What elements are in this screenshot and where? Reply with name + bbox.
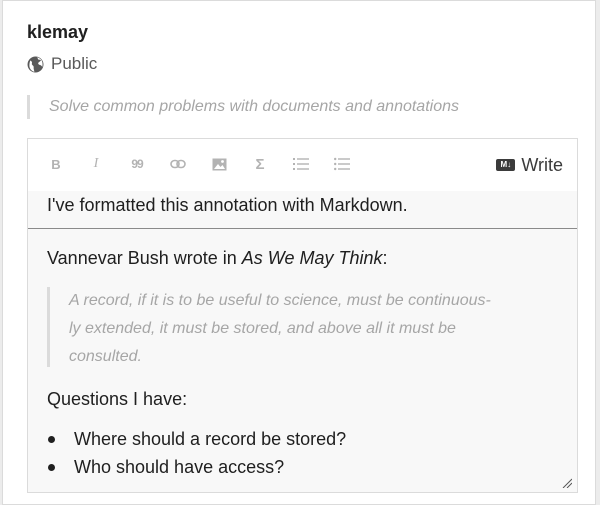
- questions-heading: Questions I have:: [47, 389, 188, 409]
- list-item: Who should have access?: [47, 455, 284, 479]
- bold-button[interactable]: B: [45, 153, 67, 175]
- numbered-list-icon: [293, 158, 309, 170]
- resize-handle-icon[interactable]: [562, 478, 572, 488]
- image-button[interactable]: [208, 153, 230, 175]
- bullet-list-icon: [334, 157, 350, 171]
- intro-title-emphasis: As We May Think: [241, 248, 383, 268]
- quote-icon: 99: [131, 157, 143, 171]
- intro-end: :: [382, 248, 388, 268]
- intro-text: Vannevar Bush wrote in: [47, 248, 242, 268]
- content-intro: Vannevar Bush wrote in As We May Think:: [47, 246, 388, 270]
- annotation-quote: Solve common problems with documents and…: [27, 95, 572, 119]
- bold-icon: B: [51, 156, 61, 172]
- blockquote-line: ly extended, it must be stored, and abov…: [69, 320, 456, 337]
- list-item-text: Who should have access?: [74, 457, 285, 477]
- annotation-username[interactable]: klemay: [27, 22, 88, 43]
- content-first-line: I've formatted this annotation with Mark…: [47, 195, 408, 215]
- italic-button[interactable]: I: [85, 153, 107, 175]
- write-toggle-button[interactable]: M↓ Write: [496, 154, 563, 176]
- list-item-text: Where should a record be stored?: [74, 429, 347, 449]
- annotation-group[interactable]: Public: [27, 53, 97, 75]
- link-button[interactable]: [167, 153, 189, 175]
- content-blockquote: A record, if it is to be useful to scien…: [47, 287, 557, 367]
- write-label: Write: [521, 154, 563, 175]
- quote-button[interactable]: 99: [126, 153, 148, 175]
- blockquote-line: A record, if it is to be useful to scien…: [69, 292, 491, 309]
- bullet-list-button[interactable]: [331, 153, 353, 175]
- group-label: Public: [51, 54, 98, 73]
- italic-icon: I: [93, 156, 99, 171]
- horizontal-rule: [28, 228, 577, 229]
- markdown-toolbar: B I 99 Σ M↓ Write: [28, 139, 577, 191]
- globe-icon: [27, 56, 44, 73]
- markdown-icon: M↓: [496, 159, 516, 171]
- math-button[interactable]: Σ: [249, 153, 271, 175]
- image-icon: [212, 158, 226, 170]
- numbered-list-button[interactable]: [290, 153, 312, 175]
- blockquote-line: consulted.: [69, 348, 142, 365]
- markdown-editor: B I 99 Σ M↓ Write I've formatted this an…: [27, 138, 578, 493]
- editor-textarea[interactable]: I've formatted this annotation with Mark…: [28, 191, 577, 492]
- annotation-card: klemay Public Solve common problems with…: [2, 0, 596, 505]
- bullet-icon: [48, 435, 55, 443]
- link-icon: [170, 159, 186, 169]
- math-icon: Σ: [255, 155, 265, 173]
- bullet-icon: [48, 463, 55, 471]
- list-item: Where should a record be stored?: [47, 427, 346, 451]
